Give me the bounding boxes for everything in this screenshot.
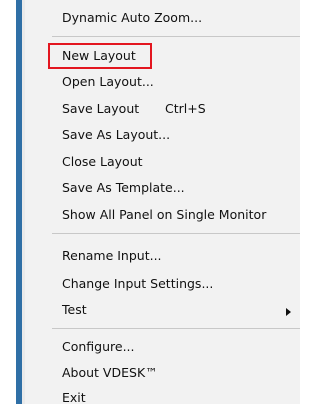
menu-separator bbox=[52, 36, 300, 37]
menu-item-label: Save Layout bbox=[62, 101, 140, 116]
menu-left-margin bbox=[0, 0, 16, 404]
screenshot-canvas: Dynamic Auto Zoom... New Layout Open Lay… bbox=[0, 0, 328, 404]
menu-item-change-input-settings[interactable]: Change Input Settings... bbox=[62, 276, 213, 292]
menu-item-show-all-panel[interactable]: Show All Panel on Single Monitor bbox=[62, 207, 266, 223]
menu-item-exit[interactable]: Exit bbox=[62, 390, 86, 404]
chevron-right-icon bbox=[286, 308, 291, 316]
menu-item-close-layout[interactable]: Close Layout bbox=[62, 154, 143, 170]
menu-item-dynamic-auto-zoom[interactable]: Dynamic Auto Zoom... bbox=[62, 10, 202, 26]
menu-item-save-layout[interactable]: Save Layout bbox=[62, 101, 139, 117]
menu-item-configure[interactable]: Configure... bbox=[62, 339, 135, 355]
menu-item-open-layout[interactable]: Open Layout... bbox=[62, 74, 154, 90]
menu-item-rename-input[interactable]: Rename Input... bbox=[62, 248, 162, 264]
menu-item-test[interactable]: Test bbox=[62, 302, 87, 318]
context-menu: Dynamic Auto Zoom... New Layout Open Lay… bbox=[0, 0, 300, 404]
menu-accent-bar bbox=[16, 0, 25, 404]
menu-item-new-layout[interactable]: New Layout bbox=[62, 48, 136, 64]
menu-item-shortcut: Ctrl+S bbox=[165, 101, 206, 116]
menu-separator bbox=[52, 328, 300, 329]
menu-separator bbox=[52, 233, 300, 234]
menu-item-save-as-template[interactable]: Save As Template... bbox=[62, 180, 185, 196]
menu-item-save-as-layout[interactable]: Save As Layout... bbox=[62, 127, 170, 143]
menu-item-about-vdesk[interactable]: About VDESK™ bbox=[62, 365, 158, 381]
